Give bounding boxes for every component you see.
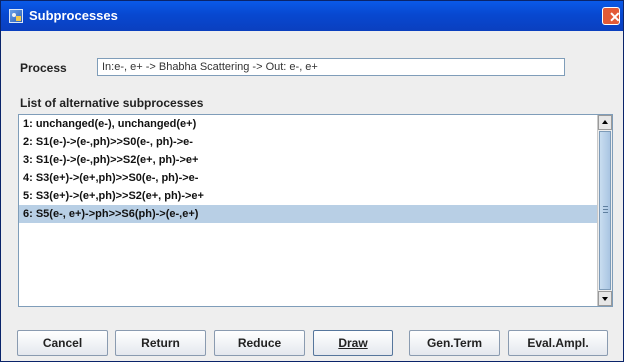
eval-ampl-button[interactable]: Eval.Ampl. [508, 330, 608, 356]
list-item[interactable]: 3: S1(e-)->(e-,ph)>>S2(e+, ph)->e+ [19, 151, 597, 169]
close-icon[interactable]: ✕ [602, 7, 621, 25]
reduce-button[interactable]: Reduce [214, 330, 305, 356]
window-title: Subprocesses [29, 8, 118, 23]
process-label: Process [20, 61, 67, 75]
title-bar[interactable]: Subprocesses ✕ [1, 1, 623, 31]
list-item-selected[interactable]: 6: S5(e-, e+)->ph>>S6(ph)->(e-,e+) [19, 205, 597, 223]
scroll-thumb[interactable] [599, 131, 611, 290]
subprocesses-window: Subprocesses ✕ Process In:e-, e+ -> Bhab… [0, 0, 624, 362]
cancel-button[interactable]: Cancel [17, 330, 108, 356]
list-item[interactable]: 2: S1(e-)->(e-,ph)>>S0(e-, ph)->e- [19, 133, 597, 151]
list-item[interactable]: 4: S3(e+)->(e+,ph)>>S0(e-, ph)->e- [19, 169, 597, 187]
list-item[interactable]: 1: unchanged(e-), unchanged(e+) [19, 115, 597, 133]
scroll-up-button[interactable] [598, 115, 612, 130]
scroll-down-button[interactable] [598, 291, 612, 306]
vertical-scrollbar[interactable] [597, 115, 612, 306]
java-app-icon [9, 9, 23, 23]
subprocess-list[interactable]: 1: unchanged(e-), unchanged(e+) 2: S1(e-… [18, 114, 613, 307]
arrow-down-icon [602, 297, 608, 301]
arrow-up-icon [602, 120, 608, 124]
draw-button[interactable]: Draw [313, 330, 393, 356]
return-button[interactable]: Return [115, 330, 206, 356]
subprocess-list-items: 1: unchanged(e-), unchanged(e+) 2: S1(e-… [19, 115, 597, 306]
draw-button-label: Draw [338, 336, 368, 350]
grip-icon [603, 206, 608, 214]
list-heading: List of alternative subprocesses [20, 96, 204, 110]
gen-term-button[interactable]: Gen.Term [409, 330, 500, 356]
list-item[interactable]: 5: S3(e+)->(e+,ph)>>S2(e+, ph)->e+ [19, 187, 597, 205]
process-field[interactable]: In:e-, e+ -> Bhabha Scattering -> Out: e… [97, 58, 565, 76]
